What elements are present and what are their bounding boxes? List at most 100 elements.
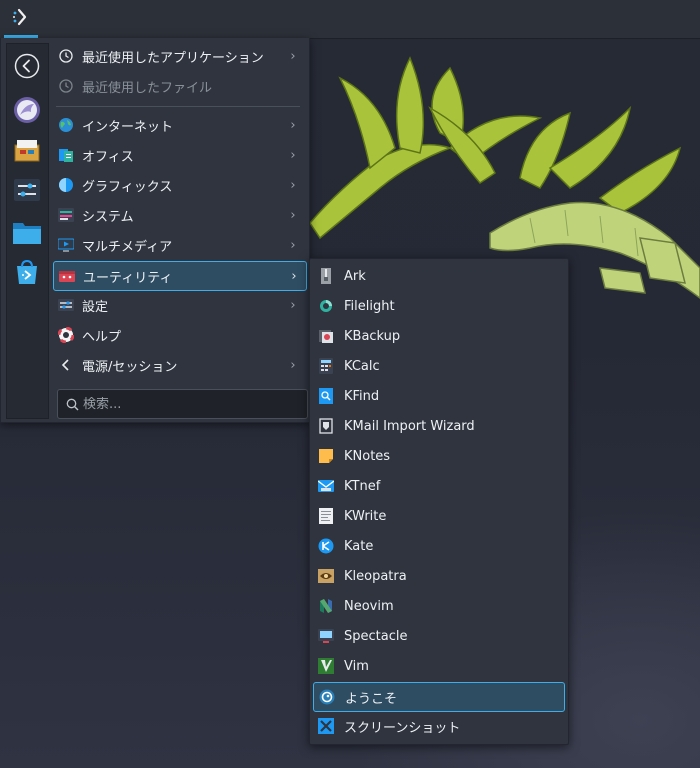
app-welcome[interactable]: ようこそ (313, 682, 565, 712)
app-ktnef[interactable]: KTnef (313, 472, 563, 500)
favorites-sidebar (6, 43, 49, 419)
neovim-icon (318, 598, 334, 614)
menu-item-recent-files[interactable]: 最近使用したファイル (53, 72, 305, 100)
globe-icon (58, 117, 74, 133)
menu-item-label: マルチメディア (82, 239, 173, 255)
app-ark[interactable]: Ark (313, 262, 563, 290)
system-icon (58, 207, 74, 223)
app-spectacle[interactable]: Spectacle (313, 622, 563, 650)
category-system[interactable]: システム › (53, 201, 305, 229)
app-kwrite[interactable]: KWrite (313, 502, 563, 530)
back-icon (14, 53, 40, 83)
menu-item-label: オフィス (82, 149, 134, 165)
menu-item-label: ヘルプ (82, 329, 122, 345)
search-input[interactable] (79, 396, 307, 412)
kleopatra-icon (318, 568, 334, 584)
menu-item-recent-applications[interactable]: 最近使用したアプリケーション › (53, 42, 305, 70)
app-kate[interactable]: Kate (313, 532, 563, 560)
favorite-discover[interactable] (11, 258, 43, 290)
app-label: KBackup (344, 328, 401, 344)
favorite-kdenlive[interactable] (11, 96, 43, 128)
category-office[interactable]: オフィス › (53, 141, 305, 169)
favorite-package[interactable] (11, 136, 43, 168)
multimedia-icon (58, 237, 74, 253)
app-kbackup[interactable]: KBackup (313, 322, 563, 350)
kbackup-icon (318, 328, 334, 344)
app-vim[interactable]: Vim (313, 652, 563, 680)
kmail-import-icon (318, 418, 334, 434)
menu-item-label: 電源/セッション (82, 359, 178, 375)
graphics-icon (58, 177, 74, 193)
kdenlive-app-icon (13, 96, 41, 128)
app-label: KMail Import Wizard (344, 418, 475, 434)
ktnef-icon (318, 478, 334, 494)
app-kmail-import-wizard[interactable]: KMail Import Wizard (313, 412, 563, 440)
menu-item-label: 最近使用したファイル (82, 80, 213, 96)
menu-item-label: 設定 (82, 299, 109, 315)
kcalc-icon (318, 358, 334, 374)
app-label: Spectacle (344, 628, 408, 644)
search-icon (66, 398, 79, 411)
menu-separator (56, 106, 300, 107)
app-filelight[interactable]: Filelight (313, 292, 563, 320)
app-label: KCalc (344, 358, 380, 374)
app-label: KFind (344, 388, 380, 404)
category-graphics[interactable]: グラフィックス › (53, 171, 305, 199)
app-label: KNotes (344, 448, 391, 464)
clock-icon (58, 48, 74, 64)
package-app-icon (13, 136, 41, 168)
kate-icon (318, 538, 334, 554)
knotes-icon (318, 448, 334, 464)
kwrite-icon (318, 508, 334, 524)
category-multimedia[interactable]: マルチメディア › (53, 231, 305, 259)
menu-item-label: グラフィックス (82, 179, 173, 195)
chevron-right-icon: › (290, 297, 296, 313)
category-settings[interactable]: 設定 › (53, 291, 305, 319)
office-icon (58, 147, 74, 163)
favorite-system-settings[interactable] (11, 176, 43, 208)
application-launcher-button[interactable] (4, 0, 38, 38)
vim-icon (318, 658, 334, 674)
ark-icon (318, 268, 334, 284)
category-utilities[interactable]: ユーティリティ › (53, 261, 307, 291)
app-knotes[interactable]: KNotes (313, 442, 563, 470)
clock-icon (58, 78, 74, 94)
utilities-submenu: Ark Filelight KBackup KCalc KFind KMail … (309, 258, 569, 745)
menu-item-label: 最近使用したアプリケーション (82, 50, 264, 66)
settings-icon (58, 297, 74, 313)
app-label: Filelight (344, 298, 395, 314)
menu-item-label: システム (82, 209, 134, 225)
category-power-session[interactable]: 電源/セッション › (53, 351, 305, 379)
folder-app-icon (12, 218, 42, 250)
filelight-icon (318, 298, 334, 314)
category-internet[interactable]: インターネット › (53, 111, 305, 139)
top-panel (0, 0, 700, 39)
app-kleopatra[interactable]: Kleopatra (313, 562, 563, 590)
app-label: Vim (344, 658, 369, 674)
app-kcalc[interactable]: KCalc (313, 352, 563, 380)
kfind-icon (318, 388, 334, 404)
category-help[interactable]: ヘルプ (53, 321, 305, 349)
screenshot-icon (318, 718, 334, 734)
application-menu: 最近使用したアプリケーション › 最近使用したファイル インターネット › オフ… (0, 38, 310, 423)
chevron-right-icon: › (290, 147, 296, 163)
search-field[interactable] (57, 389, 308, 419)
app-kfind[interactable]: KFind (313, 382, 563, 410)
app-label: Ark (344, 268, 366, 284)
favorite-file-manager[interactable] (11, 218, 43, 250)
kde-launcher-icon (11, 7, 31, 31)
welcome-icon (319, 689, 335, 705)
app-label: Kleopatra (344, 568, 407, 584)
chevron-right-icon: › (290, 117, 296, 133)
app-screenshot[interactable]: スクリーンショット (313, 712, 563, 740)
app-neovim[interactable]: Neovim (313, 592, 563, 620)
spectacle-icon (318, 628, 334, 644)
chevron-right-icon: › (290, 177, 296, 193)
app-label: Kate (344, 538, 374, 554)
menu-item-label: ユーティリティ (83, 270, 173, 286)
chevron-right-icon: › (290, 48, 296, 64)
app-label: KTnef (344, 478, 381, 494)
back-button[interactable] (11, 52, 43, 84)
utilities-icon (59, 268, 75, 284)
help-icon (58, 327, 74, 343)
